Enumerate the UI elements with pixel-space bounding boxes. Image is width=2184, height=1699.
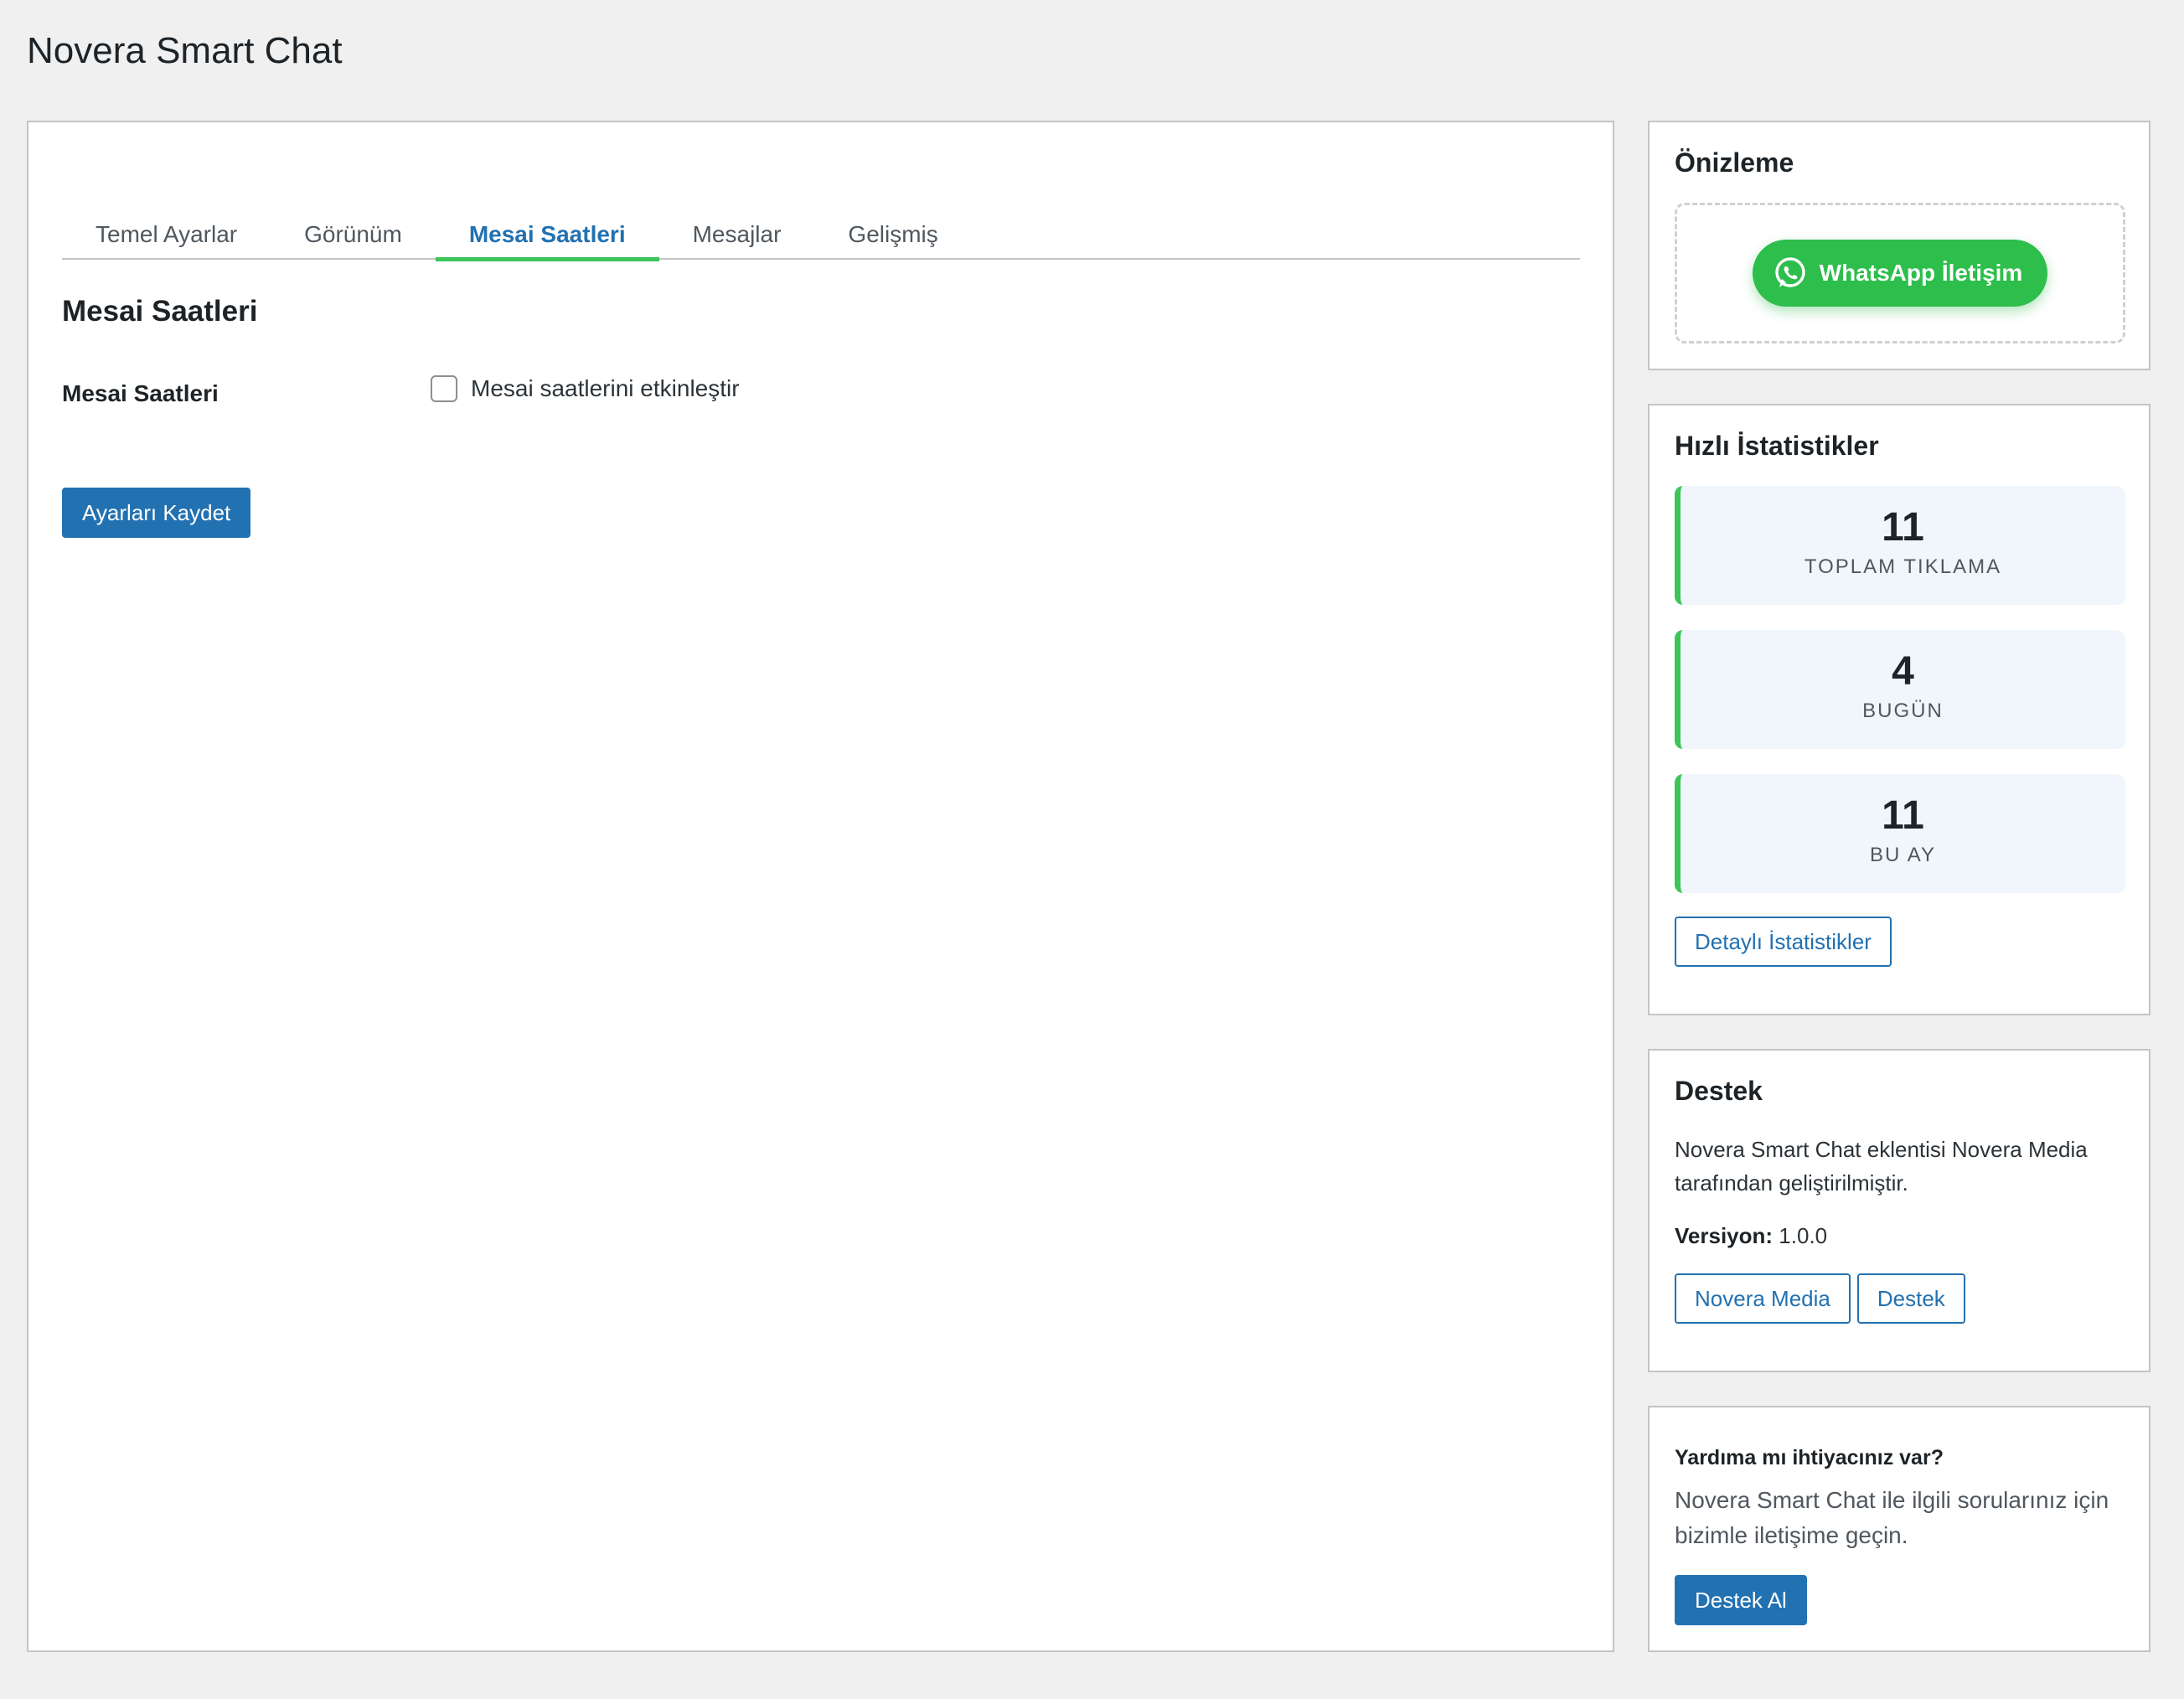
support-links: Novera Media Destek <box>1675 1273 1965 1324</box>
settings-panel: Temel Ayarlar Görünüm Mesai Saatleri Mes… <box>27 121 1614 1652</box>
tab-gelismis[interactable]: Gelişmiş <box>814 203 971 260</box>
stats-box: Hızlı İstatistikler 11 TOPLAM TIKLAMA 4 … <box>1648 404 2150 1015</box>
page-title: Novera Smart Chat <box>27 30 343 71</box>
section-title: Mesai Saatleri <box>62 295 258 328</box>
help-title: Yardıma mı ihtiyacınız var? <box>1675 1446 1944 1469</box>
tab-mesajlar[interactable]: Mesajlar <box>659 203 815 260</box>
support-text: Novera Smart Chat eklentisi Novera Media… <box>1675 1137 2088 1195</box>
working-hours-toggle[interactable]: Mesai saatlerini etkinleştir <box>431 375 740 402</box>
settings-tabs: Temel Ayarlar Görünüm Mesai Saatleri Mes… <box>62 203 1580 261</box>
version-value: 1.0.0 <box>1779 1223 1828 1248</box>
stat-label: BU AY <box>1870 844 1936 866</box>
stat-value: 11 <box>1882 505 1924 550</box>
preview-box: Önizleme WhatsApp İletişim <box>1648 121 2150 370</box>
stats-title: Hızlı İstatistikler <box>1675 431 1879 461</box>
preview-title: Önizleme <box>1675 147 1794 178</box>
stat-label: BUGÜN <box>1862 700 1944 722</box>
stat-card-total: 11 TOPLAM TIKLAMA <box>1675 486 2125 605</box>
whatsapp-button[interactable]: WhatsApp İletişim <box>1752 240 2048 307</box>
support-link[interactable]: Destek <box>1856 1273 1965 1324</box>
tab-mesai-saatleri[interactable]: Mesai Saatleri <box>435 203 659 261</box>
help-box: Yardıma mı ihtiyacınız var? Novera Smart… <box>1648 1406 2150 1652</box>
support-box: Destek Novera Smart Chat eklentisi Nover… <box>1648 1049 2150 1372</box>
stat-value: 11 <box>1882 793 1924 838</box>
novera-media-link[interactable]: Novera Media <box>1675 1273 1851 1324</box>
version-label: Versiyon: <box>1675 1223 1774 1248</box>
whatsapp-button-label: WhatsApp İletişim <box>1819 260 2023 286</box>
support-title: Destek <box>1675 1076 1763 1106</box>
help-text: Novera Smart Chat ile ilgili sorularınız… <box>1675 1487 2109 1548</box>
stat-value: 4 <box>1892 649 1914 694</box>
detailed-stats-button[interactable]: Detaylı İstatistikler <box>1675 917 1892 967</box>
preview-area: WhatsApp İletişim <box>1675 203 2125 343</box>
tab-gorunum[interactable]: Görünüm <box>271 203 436 260</box>
version-info: Versiyon: 1.0.0 <box>1675 1223 1827 1249</box>
stat-card-month: 11 BU AY <box>1675 774 2125 893</box>
stat-card-today: 4 BUGÜN <box>1675 630 2125 749</box>
save-settings-button[interactable]: Ayarları Kaydet <box>62 488 251 538</box>
whatsapp-icon <box>1774 257 1805 287</box>
get-support-button[interactable]: Destek Al <box>1675 1575 1807 1625</box>
stat-label: TOPLAM TIKLAMA <box>1804 555 2002 578</box>
field-label: Mesai Saatleri <box>62 380 219 406</box>
working-hours-checkbox[interactable] <box>431 375 457 402</box>
tab-temel-ayarlar[interactable]: Temel Ayarlar <box>62 203 271 260</box>
checkbox-label: Mesai saatlerini etkinleştir <box>471 375 740 401</box>
